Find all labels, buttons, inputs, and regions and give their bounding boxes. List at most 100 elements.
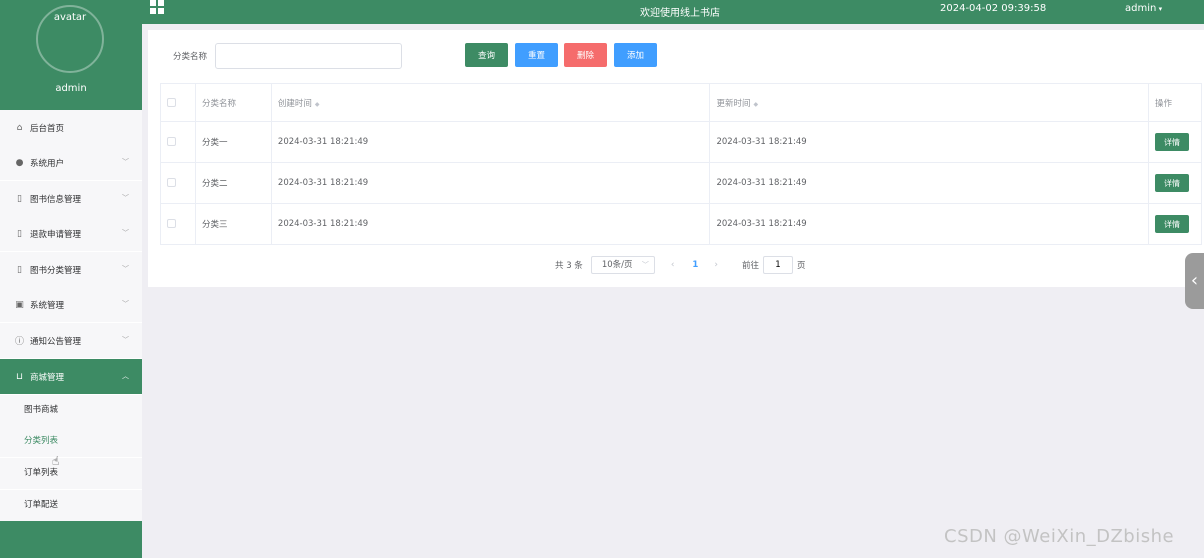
cell-actions: 详情	[1147, 121, 1203, 163]
search-label: 分类名称	[173, 52, 208, 62]
cell-actions: 详情	[1147, 162, 1203, 204]
sidebar-item-notice[interactable]: ⓘ 通知公告管理 ﹀	[0, 323, 142, 358]
sidebar-subitem-order-delivery[interactable]: 订单配送	[0, 490, 142, 521]
sort-icon[interactable]: ◆	[753, 101, 758, 108]
column-header-updated[interactable]: 更新时间 ◆	[709, 83, 1149, 122]
table-row: 分类一 2024-03-31 18:21:49 2024-03-31 18:21…	[160, 121, 1203, 163]
user-dropdown-label: admin	[1125, 3, 1157, 14]
grid-menu-icon[interactable]	[150, 0, 164, 14]
sidebar-item-mall[interactable]: ⊔ 商城管理 ︿	[0, 359, 142, 394]
chevron-down-icon: ﹀	[122, 300, 129, 308]
query-button[interactable]: 查询	[465, 43, 508, 67]
caret-down-icon: ▾	[1156, 5, 1163, 13]
sidebar-item-label: 系统用户	[30, 158, 65, 169]
sidebar-item-system-manage[interactable]: ▣ 系统管理 ﹀	[0, 287, 142, 322]
delete-button[interactable]: 删除	[564, 43, 607, 67]
goto-page-input[interactable]	[762, 256, 793, 274]
column-header-actions: 操作	[1147, 83, 1203, 122]
row-select-cell	[160, 203, 196, 245]
chevron-down-icon: ﹀	[122, 229, 129, 237]
table-row: 分类三 2024-03-31 18:21:49 2024-03-31 18:21…	[160, 203, 1203, 245]
main-panel: 分类名称 查询 重置 删除 添加 分类名称 创建时间 ◆ 更新时间 ◆ 操作 分类一…	[148, 30, 1204, 287]
chevron-down-icon: ﹀	[122, 265, 129, 273]
page-number-current[interactable]: 1	[692, 260, 698, 270]
sidebar: avatar admin ⌂ 后台首页 ● 系统用户 ﹀ ▯ 图书信息管理 ﹀ …	[0, 0, 142, 558]
cell-name: 分类二	[194, 162, 272, 204]
page-size-value: 10条/页	[601, 260, 633, 270]
sidebar-subitem-book-mall[interactable]: 图书商城	[0, 395, 142, 426]
detail-button[interactable]: 详情	[1154, 215, 1189, 233]
column-header-label: 创建时间	[277, 98, 312, 109]
chevron-down-icon: ﹀	[122, 336, 129, 344]
picture-icon: ▣	[15, 299, 24, 310]
avatar[interactable]: avatar	[36, 5, 104, 73]
cell-updated: 2024-03-31 18:21:49	[709, 162, 1149, 204]
detail-button[interactable]: 详情	[1154, 174, 1189, 192]
user-icon: ●	[15, 157, 24, 168]
page-title: 欢迎使用线上书店	[640, 8, 720, 19]
pagination: 共 3 条 10条/页 ﹀ ‹ 1 › 前往 页	[555, 256, 805, 274]
info-icon: ⓘ	[14, 337, 24, 347]
row-checkbox[interactable]	[167, 178, 176, 187]
cell-created: 2024-03-31 18:21:49	[270, 162, 711, 204]
collapse-tab[interactable]: ‹	[1185, 253, 1204, 309]
column-header-label: 更新时间	[716, 98, 751, 109]
category-name-input[interactable]	[215, 43, 402, 69]
chevron-down-icon: ﹀	[641, 261, 649, 269]
page-unit-label: 页	[796, 261, 806, 271]
sidebar-header: avatar admin	[0, 0, 142, 110]
sidebar-item-label: 商城管理	[30, 372, 65, 383]
category-table: 分类名称 创建时间 ◆ 更新时间 ◆ 操作 分类一 2024-03-31 18:21…	[160, 83, 1203, 245]
reset-button[interactable]: 重置	[515, 43, 558, 67]
document-icon: ▯	[17, 264, 22, 275]
top-bar: 欢迎使用线上书店 2024-04-02 09:39:58 admin ▾	[142, 0, 1204, 24]
pagination-total: 共 3 条	[555, 261, 583, 271]
document-icon: ▯	[17, 193, 22, 204]
row-select-cell	[160, 162, 196, 204]
chevron-down-icon: ﹀	[122, 194, 129, 202]
select-all-cell	[160, 83, 196, 122]
detail-button[interactable]: 详情	[1154, 133, 1189, 151]
prev-page-icon[interactable]: ‹	[671, 260, 675, 270]
datetime-display: 2024-04-02 09:39:58	[940, 3, 1047, 14]
next-page-icon[interactable]: ›	[714, 260, 718, 270]
select-all-checkbox[interactable]	[167, 97, 176, 107]
sidebar-subitem-category-list[interactable]: 分类列表	[0, 426, 142, 457]
sidebar-footer	[0, 521, 142, 558]
cell-name: 分类三	[194, 203, 272, 245]
page-size-select[interactable]: 10条/页 ﹀	[590, 256, 655, 274]
row-checkbox[interactable]	[167, 219, 176, 228]
goto-label: 前往	[741, 261, 759, 271]
sidebar-item-label: 通知公告管理	[30, 336, 82, 347]
sidebar-subitem-order-list[interactable]: 订单列表	[0, 458, 142, 489]
sidebar-item-system-users[interactable]: ● 系统用户 ﹀	[0, 145, 142, 180]
column-header-name: 分类名称	[194, 83, 272, 122]
home-icon: ⌂	[16, 122, 23, 133]
table-header-row: 分类名称 创建时间 ◆ 更新时间 ◆ 操作	[160, 83, 1203, 122]
cell-updated: 2024-03-31 18:21:49	[709, 203, 1149, 245]
row-checkbox[interactable]	[167, 137, 176, 146]
cell-created: 2024-03-31 18:21:49	[270, 121, 711, 163]
row-select-cell	[160, 121, 196, 163]
add-button[interactable]: 添加	[614, 43, 657, 67]
sidebar-item-label: 图书分类管理	[30, 265, 82, 276]
sidebar-item-book-category[interactable]: ▯ 图书分类管理 ﹀	[0, 252, 142, 287]
chevron-left-icon: ‹	[1190, 270, 1199, 291]
cart-icon: ⊔	[15, 371, 24, 382]
document-icon: ▯	[17, 228, 22, 239]
cell-name: 分类一	[194, 121, 272, 163]
sidebar-item-book-info[interactable]: ▯ 图书信息管理 ﹀	[0, 181, 142, 216]
table-row: 分类二 2024-03-31 18:21:49 2024-03-31 18:21…	[160, 162, 1203, 204]
user-dropdown[interactable]: admin ▾	[1125, 3, 1162, 14]
sort-icon[interactable]: ◆	[315, 101, 320, 108]
cell-actions: 详情	[1147, 203, 1203, 245]
cell-updated: 2024-03-31 18:21:49	[709, 121, 1149, 163]
sidebar-item-label: 后台首页	[30, 123, 65, 134]
sidebar-item-label: 图书信息管理	[30, 194, 82, 205]
sidebar-item-refund[interactable]: ▯ 退款申请管理 ﹀	[0, 216, 142, 251]
sidebar-item-home[interactable]: ⌂ 后台首页	[0, 110, 142, 145]
column-header-created[interactable]: 创建时间 ◆	[270, 83, 711, 122]
hand-cursor-icon: ☝	[52, 454, 60, 468]
chevron-up-icon: ︿	[122, 372, 129, 380]
sidebar-username: admin	[55, 83, 87, 94]
